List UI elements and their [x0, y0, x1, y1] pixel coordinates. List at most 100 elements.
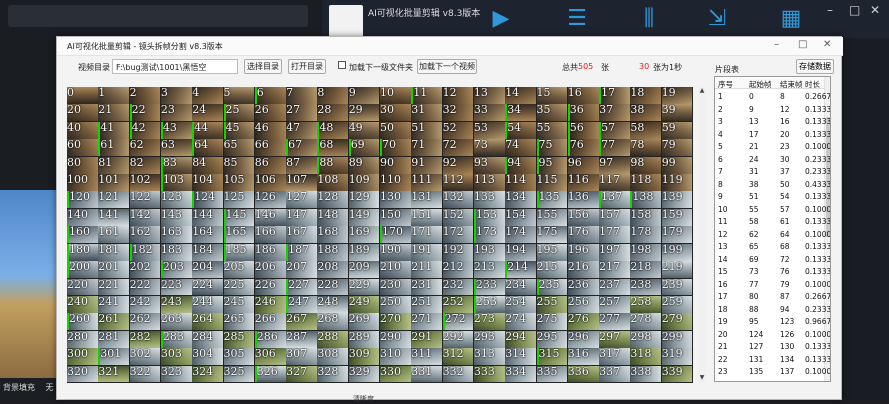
- frame-thumbnail[interactable]: 84: [192, 156, 223, 174]
- frame-thumbnail[interactable]: 206: [254, 261, 286, 279]
- segment-table-cell[interactable]: 31: [749, 167, 759, 176]
- frame-thumbnail[interactable]: 53: [473, 121, 505, 139]
- segment-table-cell[interactable]: 0.1333: [805, 130, 830, 139]
- segment-table-cell[interactable]: 131: [749, 355, 763, 364]
- segment-table-cell[interactable]: 10: [718, 205, 728, 214]
- segment-table-cell[interactable]: 0.1333: [805, 255, 830, 264]
- segment-table-cell[interactable]: 127: [749, 342, 763, 351]
- segment-table-cell[interactable]: 13: [749, 117, 759, 126]
- frame-thumbnail[interactable]: 227: [286, 278, 317, 296]
- frame-thumbnail[interactable]: 192: [442, 243, 474, 261]
- frame-thumbnail[interactable]: 199: [661, 243, 693, 261]
- frame-grid-scrollbar[interactable]: ▲ ▼: [698, 87, 706, 383]
- segment-table-cell[interactable]: 22: [718, 355, 728, 364]
- segment-table-cell[interactable]: 55: [749, 205, 759, 214]
- frame-thumbnail[interactable]: 286: [254, 330, 286, 348]
- export-icon[interactable]: ⇲: [698, 3, 736, 35]
- frame-thumbnail[interactable]: 245: [223, 295, 255, 313]
- segment-table-cell[interactable]: 87: [780, 292, 790, 301]
- segment-table-cell[interactable]: 37: [780, 167, 790, 176]
- frame-thumbnail[interactable]: 100: [67, 174, 98, 191]
- frame-thumbnail[interactable]: 110: [380, 174, 411, 191]
- frame-thumbnail[interactable]: 158: [630, 208, 662, 226]
- segment-table-cell[interactable]: 0.2333: [805, 305, 830, 314]
- frame-thumbnail[interactable]: 247: [286, 295, 317, 313]
- frame-thumbnail[interactable]: 86: [254, 156, 286, 174]
- frame-thumbnail[interactable]: 137: [599, 191, 630, 209]
- frame-thumbnail[interactable]: 224: [192, 278, 223, 296]
- frame-thumbnail[interactable]: 310: [380, 348, 411, 366]
- segment-table-cell[interactable]: 14: [718, 255, 728, 264]
- frame-thumbnail[interactable]: 51: [411, 121, 443, 139]
- frame-thumbnail[interactable]: 140: [67, 208, 98, 226]
- frame-thumbnail[interactable]: 251: [411, 295, 443, 313]
- frame-thumbnail[interactable]: 18: [630, 87, 662, 104]
- frame-thumbnail[interactable]: 326: [254, 365, 286, 383]
- segment-table-cell[interactable]: 0.9667: [805, 317, 830, 326]
- segment-table-cell[interactable]: 123: [780, 317, 794, 326]
- frame-thumbnail[interactable]: 78: [630, 139, 662, 157]
- frame-thumbnail[interactable]: 28: [317, 104, 349, 122]
- frame-thumbnail[interactable]: 182: [129, 243, 161, 261]
- frame-thumbnail[interactable]: 1: [98, 87, 130, 104]
- frame-thumbnail[interactable]: 339: [661, 365, 693, 383]
- frame-thumbnail[interactable]: 74: [505, 139, 536, 157]
- frame-thumbnail[interactable]: 289: [348, 330, 380, 348]
- frame-thumbnail[interactable]: 204: [192, 261, 223, 279]
- frame-thumbnail[interactable]: 85: [223, 156, 255, 174]
- segment-table-cell[interactable]: 17: [718, 292, 728, 301]
- frame-thumbnail[interactable]: 330: [380, 365, 411, 383]
- frame-thumbnail[interactable]: 156: [567, 208, 599, 226]
- outer-close-button[interactable]: ✕: [870, 3, 880, 17]
- frame-thumbnail[interactable]: 301: [98, 348, 130, 366]
- segment-table-cell[interactable]: 15: [718, 267, 728, 276]
- frame-thumbnail[interactable]: 52: [442, 121, 474, 139]
- frame-thumbnail[interactable]: 315: [536, 348, 568, 366]
- frame-thumbnail[interactable]: 242: [129, 295, 161, 313]
- frame-thumbnail[interactable]: 148: [317, 208, 349, 226]
- segment-table-cell[interactable]: 8: [780, 92, 785, 101]
- frame-thumbnail[interactable]: 116: [567, 174, 599, 191]
- frame-thumbnail[interactable]: 208: [317, 261, 349, 279]
- frame-thumbnail[interactable]: 73: [473, 139, 505, 157]
- frame-thumbnail[interactable]: 164: [192, 226, 223, 244]
- segment-table-cell[interactable]: 16: [718, 280, 728, 289]
- frame-thumbnail[interactable]: 47: [286, 121, 317, 139]
- frame-thumbnail[interactable]: 48: [317, 121, 349, 139]
- frame-thumbnail[interactable]: 77: [599, 139, 630, 157]
- frame-thumbnail[interactable]: 142: [129, 208, 161, 226]
- frame-thumbnail[interactable]: 197: [599, 243, 630, 261]
- frame-thumbnail[interactable]: 90: [380, 156, 411, 174]
- frame-thumbnail[interactable]: 228: [317, 278, 349, 296]
- segment-table-cell[interactable]: 0.1333: [805, 117, 830, 126]
- frame-thumbnail[interactable]: 79: [661, 139, 693, 157]
- segment-table-cell[interactable]: 140: [780, 380, 794, 382]
- video-icon[interactable]: ▶: [482, 3, 520, 35]
- frame-thumbnail[interactable]: 188: [317, 243, 349, 261]
- frame-thumbnail[interactable]: 320: [67, 365, 98, 383]
- frame-thumbnail[interactable]: 139: [661, 191, 693, 209]
- segment-table-cell[interactable]: 0.1333: [805, 342, 830, 351]
- frame-thumbnail[interactable]: 89: [348, 156, 380, 174]
- frame-thumbnail[interactable]: 108: [317, 174, 349, 191]
- frame-thumbnail[interactable]: 189: [348, 243, 380, 261]
- frame-thumbnail[interactable]: 269: [348, 313, 380, 331]
- segment-table-cell[interactable]: 23: [780, 142, 790, 151]
- segment-table-cell[interactable]: 16: [780, 117, 790, 126]
- frame-grid[interactable]: 0 1 2 3 4 5 6 7 8 9 10 11 12 13 14 15 16 17 18 19 20 21 22 23 24…: [67, 87, 693, 383]
- frame-thumbnail[interactable]: 252: [442, 295, 474, 313]
- frame-thumbnail[interactable]: 282: [129, 330, 161, 348]
- frame-thumbnail[interactable]: 324: [192, 365, 223, 383]
- frame-thumbnail[interactable]: 46: [254, 121, 286, 139]
- frame-thumbnail[interactable]: 22: [129, 104, 161, 122]
- frame-thumbnail[interactable]: 278: [630, 313, 662, 331]
- frame-thumbnail[interactable]: 332: [442, 365, 474, 383]
- segment-table-cell[interactable]: 69: [749, 255, 759, 264]
- frame-thumbnail[interactable]: 104: [192, 174, 223, 191]
- frame-thumbnail[interactable]: 129: [348, 191, 380, 209]
- frame-thumbnail[interactable]: 44: [192, 121, 223, 139]
- frame-thumbnail[interactable]: 281: [98, 330, 130, 348]
- frame-thumbnail[interactable]: 179: [661, 226, 693, 244]
- frame-thumbnail[interactable]: 31: [411, 104, 443, 122]
- frame-thumbnail[interactable]: 29: [348, 104, 380, 122]
